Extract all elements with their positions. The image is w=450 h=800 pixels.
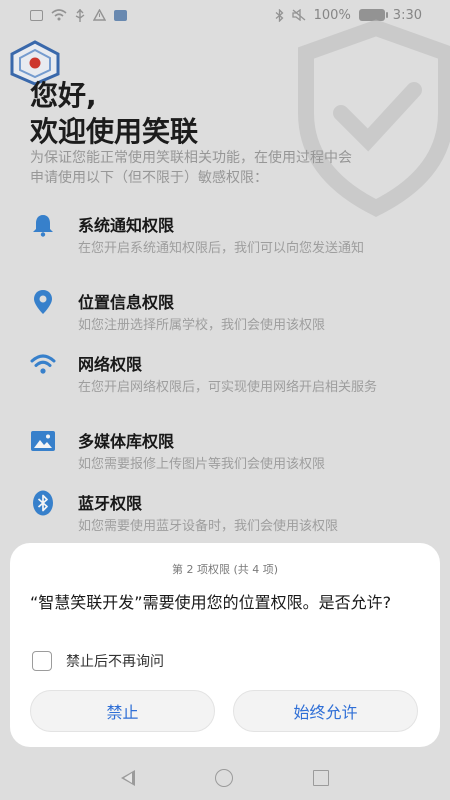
dont-ask-again-checkbox[interactable]	[32, 651, 52, 671]
permission-counter: 第 2 项权限 (共 4 项)	[171, 563, 279, 576]
back-icon[interactable]	[121, 769, 135, 786]
home-icon[interactable]	[215, 768, 233, 787]
permission-dialog: 第 2 项权限 (共 4 项) “智慧笑联开发”需要使用您的位置权限。是否允许?…	[10, 543, 440, 747]
dont-ask-again-row[interactable]: 禁止后不再询问	[32, 651, 164, 671]
system-nav-bar	[0, 755, 450, 800]
deny-button[interactable]: 禁止	[30, 690, 215, 732]
recent-apps-icon[interactable]	[313, 769, 329, 786]
always-allow-button[interactable]: 始终允许	[233, 690, 418, 732]
permission-request-message: “智慧笑联开发”需要使用您的位置权限。是否允许?	[30, 593, 392, 612]
dont-ask-again-label: 禁止后不再询问	[66, 654, 164, 670]
